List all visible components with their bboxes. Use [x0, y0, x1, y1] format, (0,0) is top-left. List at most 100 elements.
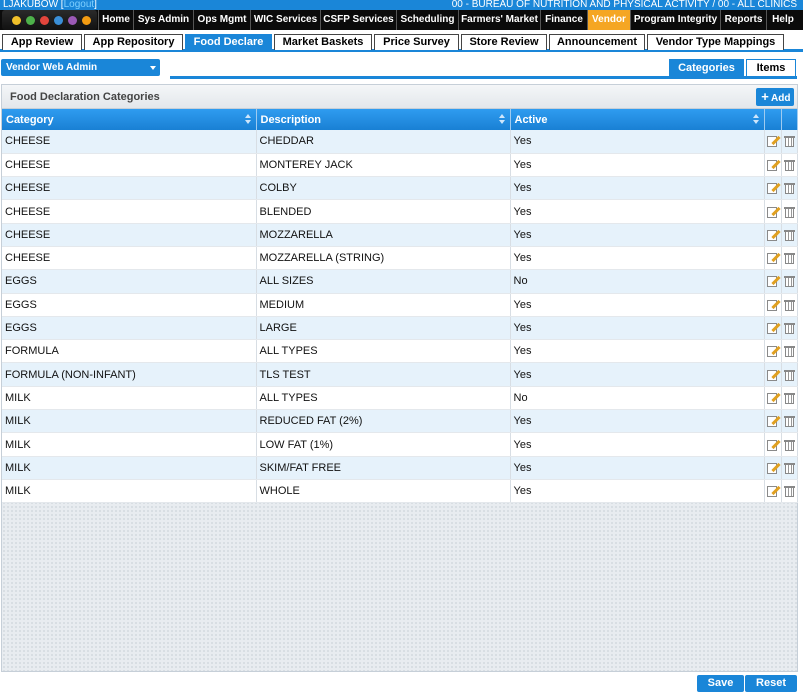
active-cell: Yes: [510, 432, 765, 457]
trash-icon[interactable]: [783, 415, 795, 428]
table-row[interactable]: MILK ALL TYPES No: [2, 386, 798, 411]
save-button[interactable]: Save: [697, 675, 744, 692]
trash-icon[interactable]: [783, 135, 795, 148]
column-header-category[interactable]: Category: [2, 109, 257, 130]
tab-food-declare[interactable]: Food Declare: [185, 34, 272, 50]
trash-icon[interactable]: [783, 369, 795, 381]
table-row[interactable]: MILK WHOLE Yes: [2, 479, 798, 504]
subtab-items[interactable]: Items: [746, 59, 796, 77]
table-row[interactable]: CHEESE MONTEREY JACK Yes: [2, 153, 798, 178]
table-row[interactable]: CHEESE MOZZARELLA (STRING) Yes: [2, 246, 798, 271]
sub-toolbar: Vendor Web Admin Categories Items: [0, 55, 803, 82]
edit-icon[interactable]: [766, 252, 780, 265]
active-cell: Yes: [510, 176, 765, 201]
trash-icon[interactable]: [783, 345, 795, 358]
trash-icon[interactable]: [783, 299, 795, 311]
nav-csfp-services[interactable]: CSFP Services: [320, 10, 396, 30]
panel-title: Food Declaration Categories: [10, 91, 160, 103]
nav-reports[interactable]: Reports: [720, 10, 766, 30]
hands-logo[interactable]: [2, 10, 97, 30]
vendor-web-admin-dropdown[interactable]: Vendor Web Admin: [1, 59, 160, 76]
category-cell: MILK: [2, 432, 257, 457]
table-row[interactable]: EGGS LARGE Yes: [2, 316, 798, 341]
tab-announcement[interactable]: Announcement: [549, 34, 645, 50]
edit-icon[interactable]: [766, 485, 780, 498]
table-row[interactable]: CHEESE COLBY Yes: [2, 176, 798, 201]
delete-cell: [781, 153, 798, 178]
tab-app-repository[interactable]: App Repository: [84, 34, 183, 50]
table-row[interactable]: CHEESE MOZZARELLA Yes: [2, 223, 798, 247]
edit-icon[interactable]: [766, 415, 780, 428]
edit-cell: [764, 456, 782, 480]
column-header-description[interactable]: Description: [256, 109, 511, 130]
edit-icon[interactable]: [766, 322, 780, 335]
nav-vendor[interactable]: Vendor: [587, 10, 630, 30]
trash-icon[interactable]: [783, 439, 795, 451]
category-cell: FORMULA: [2, 339, 257, 364]
table-row[interactable]: FORMULA ALL TYPES Yes: [2, 339, 798, 364]
edit-icon[interactable]: [766, 206, 780, 218]
category-cell: MILK: [2, 386, 257, 411]
edit-cell: [764, 339, 782, 364]
nav-scheduling[interactable]: Scheduling: [396, 10, 458, 30]
tab-app-review[interactable]: App Review: [2, 34, 82, 50]
tab-store-review[interactable]: Store Review: [461, 34, 547, 50]
trash-icon[interactable]: [783, 462, 795, 474]
tab-market-baskets[interactable]: Market Baskets: [274, 34, 372, 50]
nav-program-integrity[interactable]: Program Integrity: [630, 10, 720, 30]
category-cell: CHEESE: [2, 199, 257, 224]
edit-icon[interactable]: [766, 369, 780, 381]
table-row[interactable]: CHEESE BLENDED Yes: [2, 199, 798, 224]
delete-cell: [781, 130, 798, 154]
edit-icon[interactable]: [766, 275, 780, 288]
description-cell: CHEDDAR: [256, 130, 511, 154]
trash-icon[interactable]: [783, 159, 795, 171]
plus-icon: +: [761, 89, 769, 104]
category-cell: CHEESE: [2, 153, 257, 178]
trash-icon[interactable]: [783, 275, 795, 288]
edit-cell: [764, 176, 782, 201]
edit-icon[interactable]: [766, 392, 780, 404]
trash-icon[interactable]: [783, 322, 795, 335]
table-row[interactable]: FORMULA (NON-INFANT) TLS TEST Yes: [2, 362, 798, 387]
nav-wic-services[interactable]: WIC Services: [250, 10, 320, 30]
nav-help[interactable]: Help: [766, 10, 799, 30]
nav-sys-admin[interactable]: Sys Admin: [133, 10, 193, 30]
tab-price-survey[interactable]: Price Survey: [374, 34, 459, 50]
table-row[interactable]: CHEESE CHEDDAR Yes: [2, 130, 798, 154]
table-row[interactable]: EGGS ALL SIZES No: [2, 269, 798, 294]
nav-ops-mgmt[interactable]: Ops Mgmt: [193, 10, 250, 30]
table-row[interactable]: MILK REDUCED FAT (2%) Yes: [2, 409, 798, 434]
edit-icon[interactable]: [766, 182, 780, 195]
edit-icon[interactable]: [766, 229, 780, 241]
tab-vendor-type-mappings[interactable]: Vendor Type Mappings: [647, 34, 784, 50]
table-row[interactable]: MILK SKIM/FAT FREE Yes: [2, 456, 798, 480]
edit-icon[interactable]: [766, 439, 780, 451]
main-nav-bar: Home Sys Admin Ops Mgmt WIC Services CSF…: [0, 10, 803, 30]
trash-icon[interactable]: [783, 252, 795, 265]
logout-link[interactable]: Logout: [64, 0, 95, 10]
edit-icon[interactable]: [766, 299, 780, 311]
edit-icon[interactable]: [766, 462, 780, 474]
nav-home[interactable]: Home: [98, 10, 133, 30]
nav-farmers-market[interactable]: Farmers' Market: [458, 10, 540, 30]
subtab-categories[interactable]: Categories: [669, 59, 744, 77]
add-button[interactable]: + Add: [756, 88, 794, 106]
trash-icon[interactable]: [783, 392, 795, 404]
table-row[interactable]: EGGS MEDIUM Yes: [2, 293, 798, 317]
trash-icon[interactable]: [783, 229, 795, 241]
trash-icon[interactable]: [783, 182, 795, 195]
edit-icon[interactable]: [766, 135, 780, 148]
category-cell: MILK: [2, 409, 257, 434]
reset-button[interactable]: Reset: [745, 675, 797, 692]
nav-finance[interactable]: Finance: [540, 10, 587, 30]
category-cell: CHEESE: [2, 246, 257, 271]
table-row[interactable]: MILK LOW FAT (1%) Yes: [2, 432, 798, 457]
description-cell: WHOLE: [256, 479, 511, 504]
column-header-active[interactable]: Active: [510, 109, 765, 130]
edit-icon[interactable]: [766, 159, 780, 171]
edit-icon[interactable]: [766, 345, 780, 358]
description-cell: LOW FAT (1%): [256, 432, 511, 457]
trash-icon[interactable]: [783, 485, 795, 498]
trash-icon[interactable]: [783, 206, 795, 218]
